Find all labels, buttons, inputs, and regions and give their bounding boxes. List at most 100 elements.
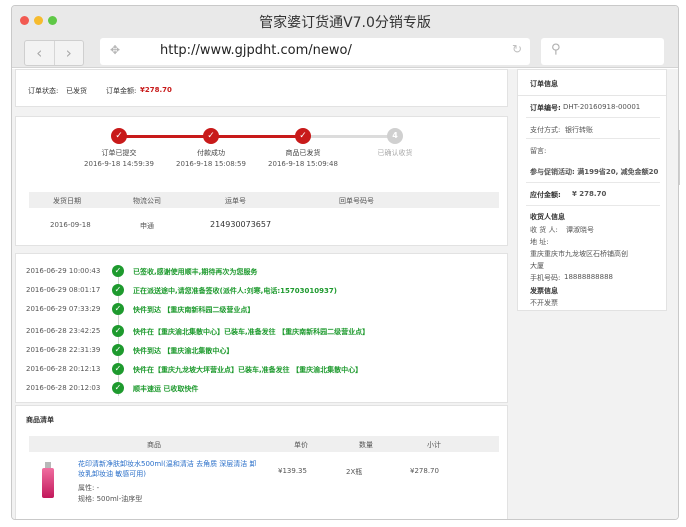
order-status-label: 订单状态: [28, 87, 59, 95]
log-check-icon: ✓ [112, 284, 124, 296]
total-due-value: ¥ 278.70 [572, 190, 607, 198]
shipping-table-header: 发货日期 物流公司 运单号 回单号码号 [29, 192, 499, 208]
reload-icon[interactable]: ↻ [512, 42, 522, 56]
address-bar[interactable]: ✥ http://www.gjpdht.com/newo/ ↻ [100, 38, 530, 65]
log-check-icon: ✓ [112, 265, 124, 277]
product-name-link[interactable]: 花印清新净肤卸妆水500ml(温和清洁 去角质 深层清洁 卸妆乳卸妆油 敏感可用… [78, 459, 263, 479]
order-status-bar: 订单状态: 已发货 订单金额: ¥278.70 [15, 69, 508, 107]
product-attr: 属性: - [78, 484, 100, 492]
phone-label: 手机号码: [530, 274, 561, 282]
page-content: 订单状态: 已发货 订单金额: ¥278.70 ✓ ✓ ✓ 4 订单已提交 付款… [12, 69, 678, 519]
navigation-buttons: ‹ › [24, 40, 84, 66]
order-no-value: DHT-20160918-00001 [563, 103, 641, 111]
step-check-icon: ✓ [111, 128, 127, 144]
order-info-header: 订单信息 [518, 70, 666, 96]
goods-table-header: 商品 单价 数量 小计 [29, 436, 499, 452]
log-check-icon: ✓ [112, 325, 124, 337]
product-thumbnail[interactable] [42, 462, 54, 498]
ship-date: 2016-09-18 [50, 221, 91, 229]
step-label-submitted: 订单已提交 [101, 149, 137, 157]
log-time: 2016-06-29 07:33:29 [26, 305, 101, 313]
search-field[interactable]: ⚲ [541, 38, 664, 65]
goods-list-title: 商品清单 [26, 416, 54, 424]
col-price: 单价 [294, 441, 308, 449]
col-carrier: 物流公司 [133, 197, 161, 205]
ship-carrier: 申通 [140, 222, 154, 230]
title-bar: 管家婆订货通V7.0分销专版 ‹ › ✥ http://www.gjpdht.c… [12, 6, 678, 68]
order-info-title: 订单信息 [530, 80, 558, 88]
log-message: 已签收,感谢使用顺丰,期待再次为您服务 [133, 268, 258, 276]
product-price: ¥139.35 [278, 467, 307, 475]
back-button[interactable]: ‹ [25, 41, 54, 65]
address-label: 地 址: [530, 238, 549, 246]
col-ship-date: 发货日期 [53, 197, 81, 205]
order-amount-value: ¥278.70 [140, 86, 172, 94]
order-status-value: 已发货 [66, 87, 87, 95]
product-subtotal: ¥278.70 [410, 467, 439, 475]
log-message: 快件到达 【重庆渝北集散中心】 [133, 347, 234, 355]
invoice-title: 发票信息 [530, 287, 558, 295]
col-receipt-no: 回单号码号 [339, 197, 374, 205]
invoice-value: 不开发票 [530, 299, 558, 307]
product-qty: 2X瓶 [346, 468, 363, 476]
scrollbar-indicator[interactable] [679, 130, 680, 185]
url-text: http://www.gjpdht.com/newo/ [160, 43, 352, 58]
col-tracking-no: 运单号 [225, 197, 246, 205]
order-no-label: 订单编号: [530, 104, 561, 112]
step-check-icon: ✓ [203, 128, 219, 144]
log-message: 快件在【重庆渝北集散中心】已装车,准备发往 【重庆南新科园二级营业点】 [133, 328, 370, 336]
step-check-icon: ✓ [295, 128, 311, 144]
log-time: 2016-06-28 20:12:13 [26, 365, 101, 373]
divider [526, 205, 660, 206]
divider [526, 182, 660, 183]
receiver-title: 收货人信息 [530, 213, 565, 221]
col-qty: 数量 [359, 441, 373, 449]
pay-method-value: 银行转账 [565, 126, 593, 134]
note-label: 留言: [530, 147, 547, 155]
pay-method-label: 支付方式: [530, 126, 561, 134]
total-due-label: 应付金额: [530, 191, 561, 199]
logistics-timeline: 2016-06-29 10:00:43 ✓ 已签收,感谢使用顺丰,期待再次为您服… [15, 253, 508, 403]
log-time: 2016-06-28 23:42:25 [26, 327, 101, 335]
step-number-4: 4 [387, 128, 403, 144]
goods-list-card: 商品清单 商品 单价 数量 小计 花印清新净肤卸妆水500ml(温和清洁 去角质… [15, 405, 508, 519]
log-check-icon: ✓ [112, 382, 124, 394]
log-message: 正在派送途中,请您准备签收(派件人:刘寒,电话:15703010937) [133, 287, 337, 295]
progress-track-pending [303, 135, 395, 138]
step-label-shipped: 商品已发货 [285, 149, 321, 157]
log-time: 2016-06-29 10:00:43 [26, 267, 101, 275]
step-time-submitted: 2016-9-18 14:59:39 [84, 160, 154, 168]
address-value: 重庆重庆市九龙坡区石桥铺高创 [530, 250, 628, 258]
search-icon: ⚲ [551, 42, 561, 57]
step-time-shipped: 2016-9-18 15:09:48 [268, 160, 338, 168]
phone-value: 18888888888 [564, 273, 613, 281]
log-time: 2016-06-28 22:31:39 [26, 346, 101, 354]
log-check-icon: ✓ [112, 363, 124, 375]
receiver-value: 谭淑晓号 [566, 226, 594, 234]
address-extra: 大厦 [530, 262, 544, 270]
page-icon: ✥ [110, 43, 121, 57]
window-title: 管家婆订货通V7.0分销专版 [259, 15, 431, 31]
order-amount-label: 订单金额: [106, 87, 137, 95]
bottle-body [42, 468, 54, 498]
ship-tracking-no[interactable]: 214930073657 [210, 220, 271, 229]
log-check-icon: ✓ [112, 344, 124, 356]
log-time: 2016-06-28 20:12:03 [26, 384, 101, 392]
forward-button[interactable]: › [53, 41, 84, 65]
log-message: 快件在【重庆九龙坡大坪营业点】已装车,准备发往 【重庆渝北集散中心】 [133, 366, 363, 374]
step-label-paid: 付款成功 [197, 149, 225, 157]
browser-window: 管家婆订货通V7.0分销专版 ‹ › ✥ http://www.gjpdht.c… [11, 5, 679, 520]
receiver-label: 收 货 人: [530, 226, 558, 234]
order-info-panel: 订单信息 订单编号: DHT-20160918-00001 支付方式: 银行转账… [517, 69, 667, 311]
order-progress-card: ✓ ✓ ✓ 4 订单已提交 付款成功 商品已发货 已确认收货 2016-9-18… [15, 116, 508, 246]
step-time-paid: 2016-9-18 15:08:59 [176, 160, 246, 168]
log-check-icon: ✓ [112, 303, 124, 315]
divider [526, 117, 660, 118]
step-label-received: 已确认收货 [377, 149, 413, 157]
log-time: 2016-06-29 08:01:17 [26, 286, 101, 294]
log-message: 顺丰速运 已收取快件 [133, 385, 199, 393]
log-message: 快件到达 【重庆南新科园二级营业点】 [133, 306, 255, 314]
divider [526, 138, 660, 139]
col-subtotal: 小计 [427, 441, 441, 449]
product-spec: 规格: 500ml-油序型 [78, 495, 143, 503]
